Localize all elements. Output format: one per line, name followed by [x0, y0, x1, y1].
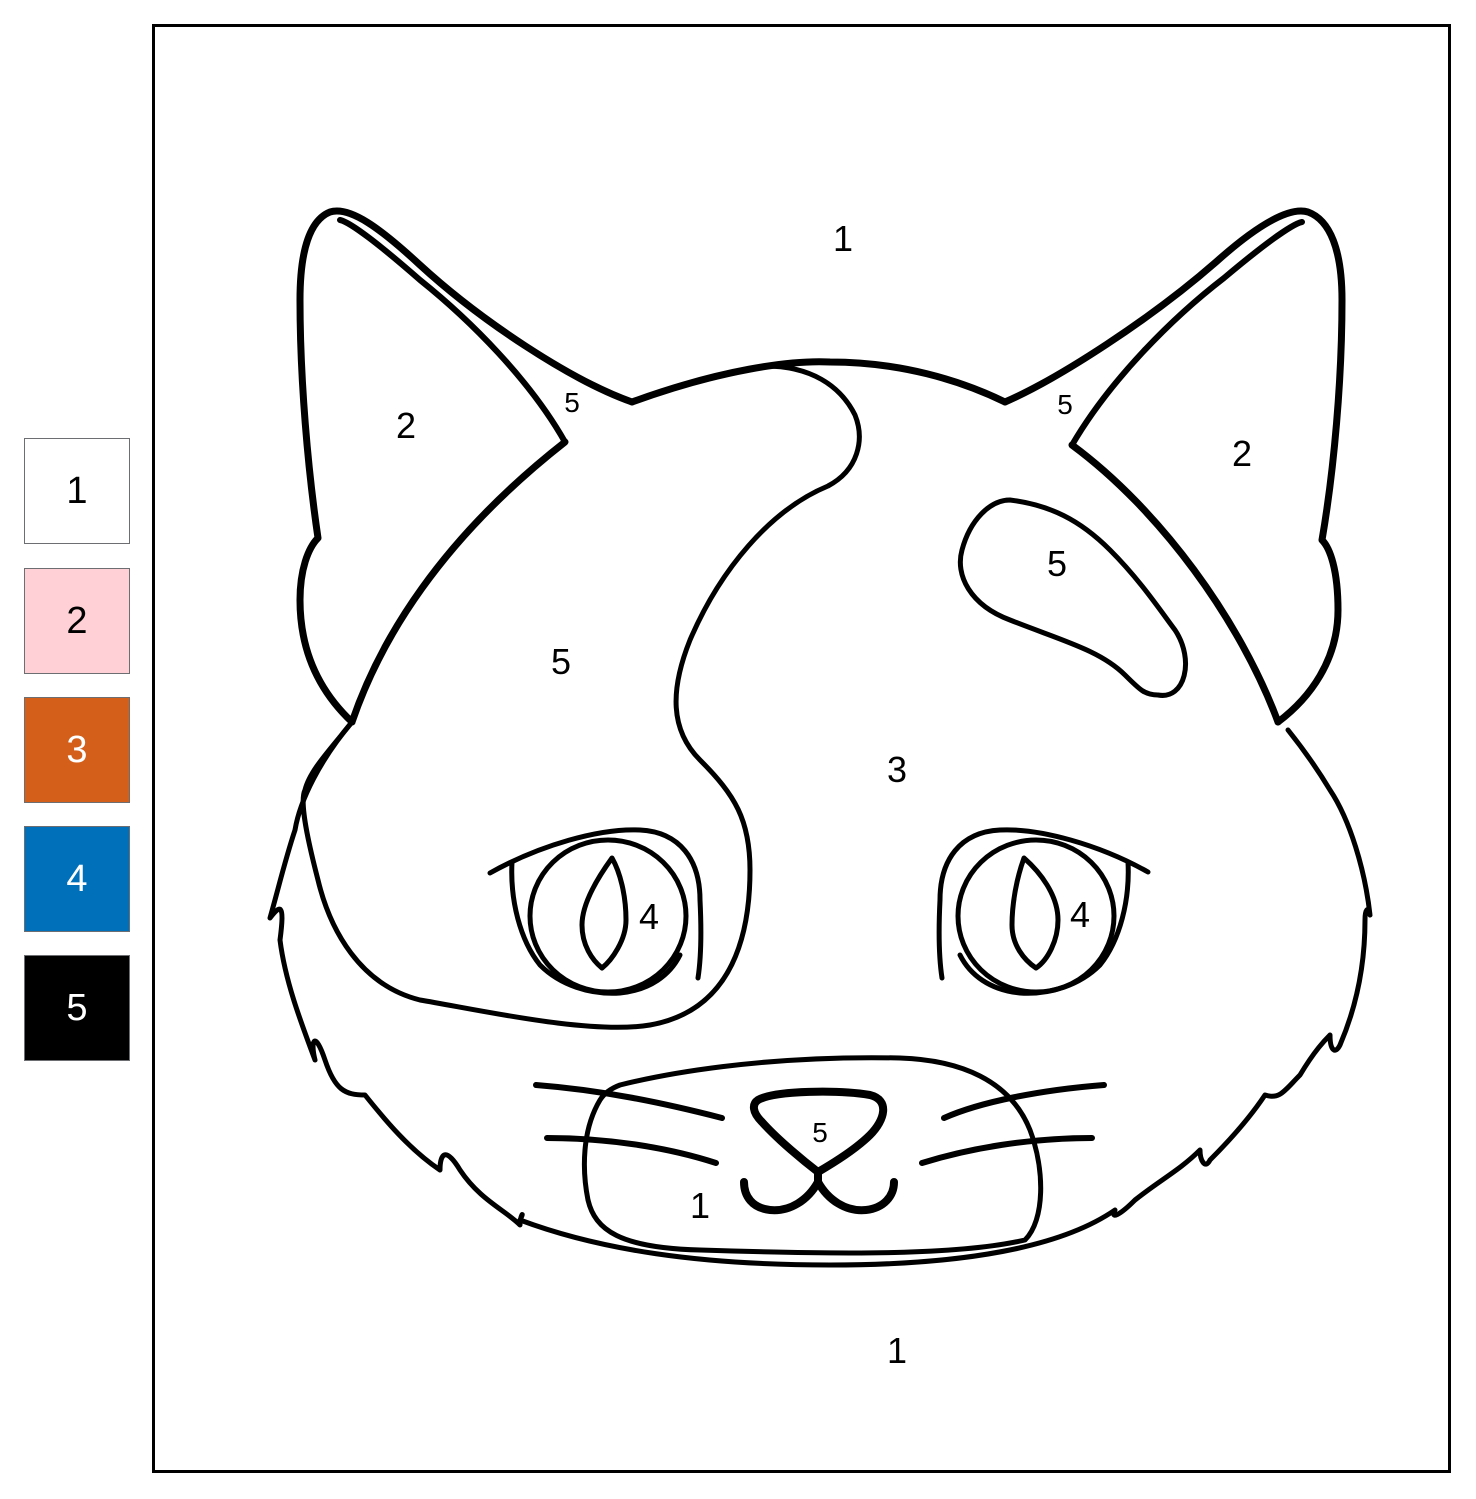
region-number-face: 3: [887, 749, 907, 790]
region-number-muzzle: 1: [690, 1185, 710, 1226]
right-eye-pupil: [1009, 855, 1061, 971]
right-ear-inner-line: [1069, 219, 1305, 448]
region-number-background-top: 1: [833, 218, 853, 259]
mouth: [740, 1168, 898, 1215]
region-number-right-ear-outer: 2: [1232, 433, 1252, 474]
right-ear-outline[interactable]: [1001, 207, 1346, 726]
muzzle-outline[interactable]: [581, 1055, 1044, 1256]
left-ear-inner-line: [337, 217, 568, 445]
left-whisker-bottom: [544, 1135, 719, 1166]
region-number-left-patch: 5: [551, 641, 571, 682]
region-number-left-ear-outer: 2: [396, 405, 416, 446]
cat-face-drawing: 1 2 5 5 2 5 5 3 4 4 5 1 1: [267, 207, 1373, 1371]
right-whisker-bottom: [919, 1135, 1095, 1166]
region-number-right-ear-inner: 5: [1057, 389, 1073, 420]
region-number-nose: 5: [812, 1117, 828, 1148]
left-whisker-top: [533, 1082, 725, 1121]
left-eye-lid: [487, 827, 704, 981]
right-patch-outline[interactable]: [957, 497, 1189, 698]
left-ear-outline[interactable]: [296, 207, 636, 726]
region-number-background-bottom: 1: [887, 1330, 907, 1371]
region-number-left-eye: 4: [639, 896, 659, 937]
region-number-left-ear-inner: 5: [564, 387, 580, 418]
region-number-right-patch: 5: [1047, 543, 1067, 584]
head-top-outline: [348, 358, 1282, 726]
left-eye-pupil: [579, 855, 629, 971]
region-number-right-eye: 4: [1070, 894, 1090, 935]
